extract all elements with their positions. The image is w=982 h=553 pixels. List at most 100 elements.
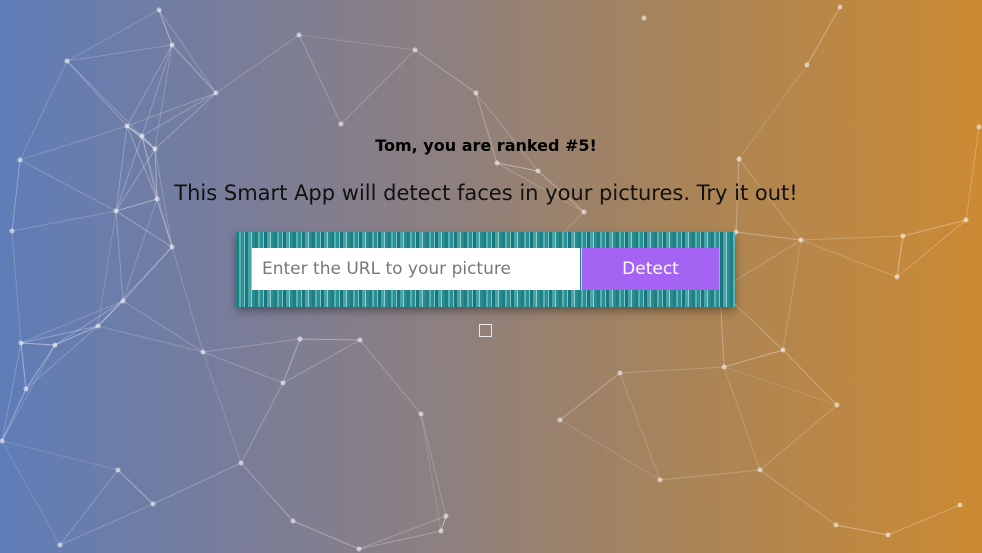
network-node bbox=[804, 62, 810, 68]
network-link bbox=[282, 339, 361, 384]
network-link bbox=[800, 235, 904, 241]
network-link bbox=[1, 440, 61, 546]
network-node bbox=[338, 121, 344, 127]
network-node bbox=[494, 160, 500, 166]
network-node bbox=[798, 237, 804, 243]
network-link bbox=[240, 462, 294, 522]
network-link bbox=[298, 34, 342, 125]
network-link bbox=[54, 300, 124, 346]
network-link bbox=[202, 351, 284, 384]
network-link bbox=[171, 246, 204, 353]
network-link bbox=[299, 338, 361, 341]
network-link bbox=[420, 413, 447, 517]
network-node bbox=[124, 123, 130, 129]
network-node bbox=[412, 47, 418, 53]
network-link bbox=[282, 338, 301, 384]
network-link bbox=[782, 239, 802, 351]
network-link bbox=[723, 366, 761, 471]
network-link bbox=[359, 339, 422, 415]
network-node bbox=[57, 542, 63, 548]
network-link bbox=[1, 342, 22, 442]
network-link bbox=[11, 210, 117, 232]
network-link bbox=[25, 325, 99, 390]
network-link bbox=[171, 44, 217, 94]
network-node bbox=[641, 15, 647, 21]
network-node bbox=[418, 411, 424, 417]
network-link bbox=[20, 342, 56, 346]
network-node bbox=[356, 546, 362, 552]
detect-button[interactable]: Detect bbox=[581, 248, 719, 290]
network-link bbox=[1, 344, 56, 442]
network-link bbox=[420, 413, 442, 532]
network-node bbox=[280, 380, 286, 386]
network-link bbox=[619, 372, 661, 481]
network-link bbox=[66, 60, 128, 127]
network-link bbox=[59, 503, 154, 546]
rank-message: Tom, you are ranked #5! bbox=[375, 136, 597, 155]
network-link bbox=[54, 325, 99, 346]
network-node bbox=[169, 244, 175, 250]
network-link bbox=[800, 239, 898, 278]
network-link bbox=[66, 44, 173, 62]
image-url-input[interactable] bbox=[252, 248, 580, 290]
network-link bbox=[559, 419, 661, 481]
network-link bbox=[723, 349, 784, 368]
network-node bbox=[535, 168, 541, 174]
network-node bbox=[357, 337, 363, 343]
network-link bbox=[896, 235, 904, 278]
url-form-panel: Detect bbox=[236, 232, 735, 307]
network-link bbox=[59, 469, 119, 546]
network-link bbox=[1, 440, 119, 471]
network-link bbox=[115, 210, 124, 302]
network-link bbox=[475, 92, 539, 172]
network-node bbox=[120, 298, 126, 304]
network-node bbox=[976, 124, 982, 130]
network-node bbox=[885, 532, 891, 538]
network-node bbox=[17, 157, 23, 163]
network-link bbox=[887, 504, 961, 536]
network-node bbox=[721, 364, 727, 370]
network-link bbox=[735, 231, 802, 241]
network-link bbox=[659, 469, 761, 481]
network-link bbox=[215, 34, 300, 94]
network-node bbox=[581, 209, 587, 215]
network-link bbox=[202, 338, 301, 353]
network-node bbox=[95, 323, 101, 329]
network-node bbox=[757, 467, 763, 473]
network-link bbox=[835, 524, 889, 536]
network-link bbox=[240, 382, 284, 464]
network-node bbox=[9, 228, 15, 234]
network-node bbox=[736, 156, 742, 162]
network-link bbox=[340, 49, 416, 125]
network-link bbox=[20, 342, 27, 390]
broken-image-icon bbox=[479, 324, 492, 337]
network-link bbox=[298, 34, 416, 51]
network-link bbox=[97, 210, 117, 327]
network-link bbox=[1, 388, 27, 442]
network-node bbox=[200, 349, 206, 355]
network-node bbox=[837, 4, 843, 10]
network-node bbox=[0, 438, 5, 444]
network-node bbox=[18, 340, 24, 346]
network-link bbox=[122, 300, 204, 353]
network-node bbox=[150, 501, 156, 507]
network-node bbox=[52, 342, 58, 348]
network-node bbox=[297, 336, 303, 342]
network-link bbox=[782, 349, 838, 406]
network-node bbox=[617, 370, 623, 376]
network-link bbox=[559, 372, 621, 421]
network-node bbox=[290, 518, 296, 524]
network-node bbox=[64, 58, 70, 64]
network-link bbox=[759, 469, 837, 526]
network-link bbox=[20, 325, 99, 344]
network-node bbox=[963, 217, 969, 223]
network-link bbox=[20, 300, 124, 344]
network-node bbox=[557, 417, 563, 423]
network-node bbox=[780, 347, 786, 353]
network-node bbox=[957, 502, 963, 508]
network-link bbox=[158, 9, 217, 94]
network-link bbox=[202, 351, 242, 464]
network-node bbox=[894, 274, 900, 280]
network-node bbox=[438, 528, 444, 534]
network-node bbox=[238, 460, 244, 466]
